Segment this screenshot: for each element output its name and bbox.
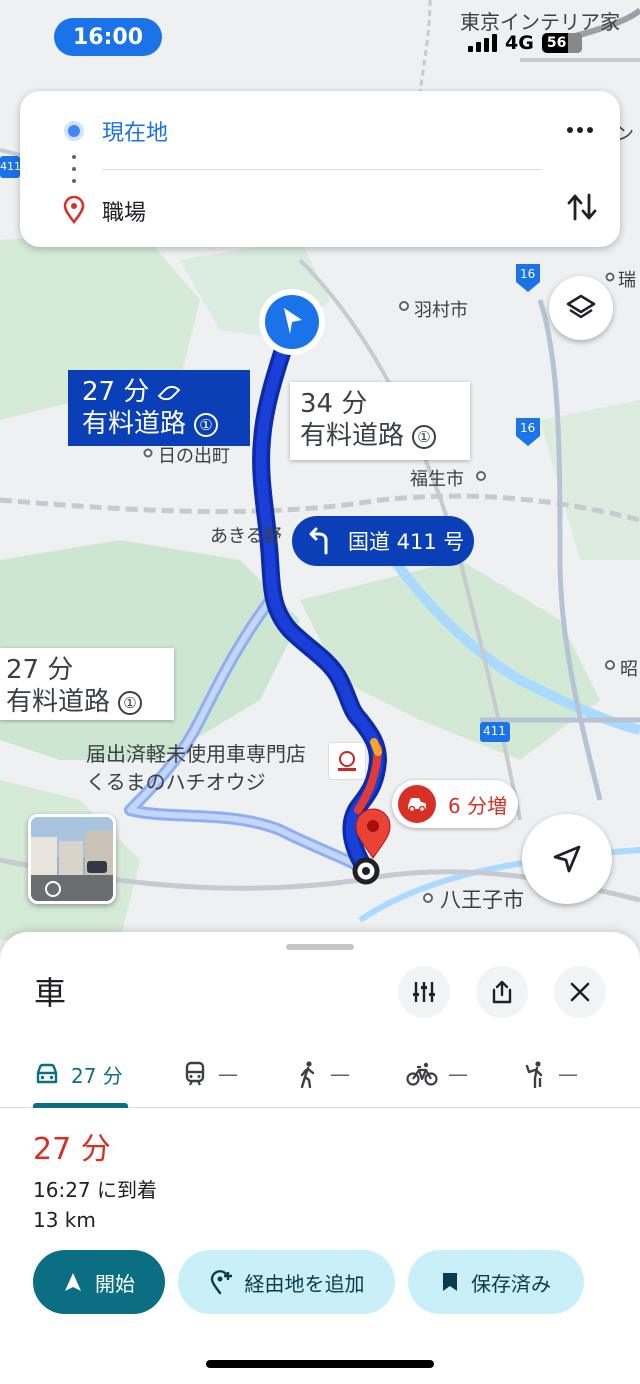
origin-dot-icon <box>64 121 84 141</box>
callout-note: 有料道路 <box>300 421 405 451</box>
navigation-arrow-icon <box>553 845 581 873</box>
battery-icon: 56 <box>541 33 582 53</box>
saved-label: 保存済み <box>471 1271 551 1296</box>
layers-button[interactable] <box>549 276 613 340</box>
poi-label[interactable]: 届出済軽未使用車専門店 くるまのハチオウジ <box>86 740 332 796</box>
callout-time: 34 分 <box>300 389 368 419</box>
route-callout-alt-1[interactable]: 34 分 有料道路 ① <box>290 382 470 460</box>
start-navigation-button[interactable]: 開始 <box>33 1250 165 1314</box>
map-label-hachioji: 八王子市 <box>440 888 524 912</box>
network-type: 4G <box>505 32 534 54</box>
traffic-car-icon <box>398 785 436 823</box>
home-indicator <box>206 1360 434 1368</box>
callout-note: 有料道路 <box>6 687 111 717</box>
route-callout-alt-2[interactable]: 27 分 有料道路 ① <box>0 648 174 720</box>
map-label-akishima: 昭 <box>620 659 638 680</box>
layers-icon <box>566 294 596 319</box>
start-label: 開始 <box>95 1271 135 1296</box>
swap-arrows-icon <box>567 193 597 221</box>
cellular-signal-icon <box>468 34 497 52</box>
tune-sliders-icon <box>413 982 435 1002</box>
route-connector-icon <box>72 155 76 183</box>
toll-icon: ① <box>118 690 143 715</box>
poi-shop-icon[interactable] <box>328 742 366 780</box>
ride-hail-icon <box>525 1061 543 1088</box>
tab-transit[interactable]: — <box>182 1040 238 1108</box>
route-shield-label-411b: 411 <box>483 724 506 738</box>
train-icon <box>185 1061 205 1086</box>
route-shield-label-16b: 16 <box>520 421 536 435</box>
turn-road-name: 国道 411 号 <box>348 530 465 554</box>
map-label-mizuho: 瑞 <box>618 270 636 291</box>
route-distance: 13 km <box>33 1208 96 1232</box>
turn-left-icon <box>309 527 328 555</box>
swap-locations-button[interactable] <box>564 189 600 225</box>
bicycle-icon <box>406 1062 438 1086</box>
add-stop-button[interactable]: 経由地を追加 <box>178 1250 395 1314</box>
tab-walk-label: — <box>330 1062 350 1086</box>
car-icon <box>36 1063 58 1084</box>
tab-bike-label: — <box>448 1062 468 1086</box>
navigation-start-icon <box>65 1273 81 1291</box>
route-callout-selected[interactable]: 27 分 有料道路 ① <box>68 370 250 446</box>
callout-time: 27 分 <box>6 655 74 685</box>
tab-transit-label: — <box>218 1062 238 1086</box>
destination-pin-small-icon <box>63 195 85 228</box>
saved-button[interactable]: 保存済み <box>408 1250 584 1314</box>
callout-note: 有料道路 <box>82 409 187 439</box>
close-icon <box>570 982 590 1002</box>
callout-time: 27 分 <box>82 377 150 407</box>
tab-ride[interactable]: — <box>524 1040 578 1108</box>
directions-bottom-sheet: 車 27 分 — — — — 27 分 16:27 に到着 13 km 開始 経… <box>0 932 640 1384</box>
field-divider <box>102 169 542 170</box>
sheet-drag-handle[interactable] <box>286 944 354 950</box>
tab-bike[interactable]: — <box>406 1040 468 1108</box>
route-shield-label-16a: 16 <box>520 267 536 281</box>
toll-icon: ① <box>412 424 437 449</box>
walking-icon <box>300 1061 315 1088</box>
map-label-akiruno: あきる野 <box>210 526 282 547</box>
share-icon <box>492 980 512 1004</box>
battery-level: 56 <box>546 35 567 51</box>
turn-instruction-bubble[interactable]: 国道 411 号 <box>292 516 474 566</box>
active-tab-indicator <box>33 1103 128 1108</box>
more-options-button[interactable] <box>560 115 600 145</box>
toll-icon: ① <box>194 412 219 437</box>
map-label-tokyo-interior: 東京インテリア家 <box>460 10 620 34</box>
tab-car[interactable]: 27 分 <box>33 1040 123 1108</box>
share-button[interactable] <box>476 966 528 1018</box>
origin-field[interactable]: 現在地 <box>102 115 168 147</box>
add-location-icon <box>210 1270 232 1295</box>
close-button[interactable] <box>554 966 606 1018</box>
status-indicators: 4G 56 <box>468 32 582 54</box>
arrival-time: 16:27 に到着 <box>33 1178 157 1202</box>
add-stop-label: 経由地を追加 <box>244 1271 365 1296</box>
status-time: 16:00 <box>54 18 162 56</box>
bookmark-icon <box>443 1273 457 1291</box>
travel-mode-tabs: 27 分 — — — — <box>0 1040 640 1108</box>
eco-leaf-icon <box>158 381 181 404</box>
map-label-fussa: 福生市 <box>410 469 464 490</box>
route-duration: 27 分 <box>33 1132 111 1167</box>
route-options-button[interactable] <box>398 966 450 1018</box>
tab-car-label: 27 分 <box>71 1063 123 1088</box>
street-view-thumbnail[interactable] <box>28 814 116 904</box>
route-shield-label-411a: 411 <box>0 160 21 173</box>
tab-ride-label: — <box>558 1062 578 1086</box>
traffic-delay-text: 6 分増 <box>448 793 508 818</box>
travel-mode-title: 車 <box>34 974 67 1012</box>
recenter-button[interactable] <box>522 814 612 904</box>
route-search-card: 現在地 職場 <box>20 91 620 247</box>
traffic-delay-chip[interactable]: 6 分増 <box>392 780 518 828</box>
destination-field[interactable]: 職場 <box>102 195 146 227</box>
map-label-hamura: 羽村市 <box>414 300 468 321</box>
tab-walk[interactable]: — <box>296 1040 350 1108</box>
